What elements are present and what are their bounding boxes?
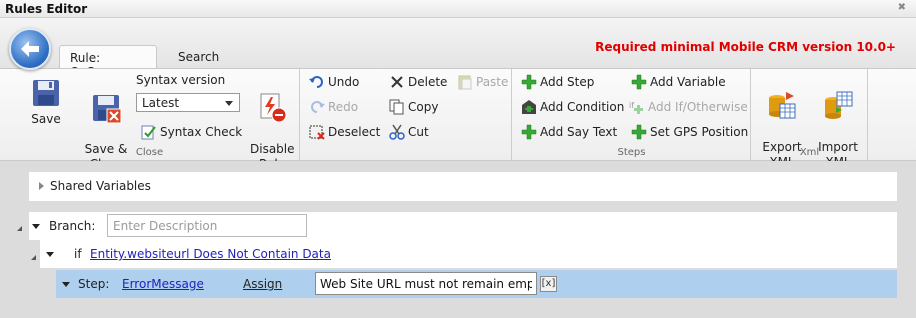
plus-icon	[631, 74, 647, 90]
syntax-version-select[interactable]: Latest	[136, 93, 240, 112]
clear-button[interactable]: [x]	[540, 276, 557, 292]
window-title: Rules Editor	[5, 2, 88, 16]
branch-description-input[interactable]	[107, 214, 307, 237]
arrow-left-icon	[21, 41, 39, 57]
collapse-triangle-icon[interactable]	[46, 252, 54, 257]
close-icon[interactable]: ✖	[898, 2, 906, 13]
syntax-check-icon	[141, 125, 156, 140]
delete-icon	[391, 76, 403, 88]
condition-icon	[522, 100, 536, 114]
syntax-check-button[interactable]: Syntax Check	[141, 124, 242, 142]
clipboard-icon	[458, 75, 472, 90]
deselect-icon	[309, 125, 325, 140]
if-row: if Entity.websiteurl Does Not Contain Da…	[40, 240, 897, 268]
if-plus-icon: if	[629, 101, 643, 114]
condition-link[interactable]: Entity.websiteurl Does Not Contain Data	[90, 247, 331, 261]
add-if-otherwise-button[interactable]: if Add If/Otherwise	[629, 99, 748, 117]
xml-group-label: Xml	[799, 147, 820, 158]
save-button[interactable]: Save	[28, 77, 64, 127]
rule-tree: Branch: if Entity.websiteurl Does Not Co…	[0, 212, 916, 318]
import-xml-icon	[825, 91, 853, 119]
chevron-down-icon	[225, 101, 233, 106]
add-say-text-button[interactable]: Add Say Text	[521, 124, 617, 142]
add-variable-button[interactable]: Add Variable	[631, 74, 726, 92]
undo-button[interactable]: Undo	[309, 74, 359, 92]
back-button[interactable]	[9, 28, 51, 70]
rule-content: Shared Variables Branch: if Entity.websi…	[0, 161, 916, 318]
if-keyword: if	[74, 247, 82, 261]
deselect-button[interactable]: Deselect	[309, 124, 380, 142]
required-version-notice: Required minimal Mobile CRM version 10.0…	[595, 40, 896, 54]
syntax-version-value: Latest	[142, 96, 180, 110]
syntax-version-label: Syntax version	[136, 73, 226, 87]
plus-icon	[521, 124, 537, 140]
scissors-icon	[389, 124, 405, 140]
resize-corner-icon	[31, 255, 36, 260]
cut-button[interactable]: Cut	[389, 124, 429, 142]
message-input[interactable]	[315, 272, 537, 295]
add-step-button[interactable]: Add Step	[521, 74, 594, 92]
shared-variables-label: Shared Variables	[50, 179, 151, 193]
set-gps-position-button[interactable]: Set GPS Position	[631, 124, 748, 142]
close-group-label: Close	[135, 147, 164, 158]
undo-icon	[309, 76, 323, 88]
floppy-disk-icon	[33, 80, 59, 106]
step-name-link[interactable]: ErrorMessage	[122, 277, 204, 291]
disable-rule-icon	[260, 93, 287, 123]
step-action-link[interactable]: Assign	[243, 277, 282, 291]
title-bar: Rules Editor ✖	[0, 0, 916, 18]
step-label: Step:	[78, 277, 110, 291]
shared-variables-panel[interactable]: Shared Variables	[29, 172, 897, 201]
tab-rule[interactable]: Rule: OnSave	[59, 45, 157, 79]
steps-group: Add Step Add Condition Add Say Text Add …	[513, 69, 751, 161]
branch-label: Branch:	[49, 219, 96, 233]
add-condition-button[interactable]: Add Condition	[521, 99, 624, 117]
export-xml-icon	[769, 92, 796, 119]
redo-icon	[311, 101, 325, 113]
plus-icon	[631, 124, 647, 140]
copy-button[interactable]: Copy	[389, 99, 438, 117]
copy-icon	[389, 99, 404, 115]
close-group: Save Save & Close Syntax version Latest …	[0, 69, 300, 171]
delete-button[interactable]: Delete	[389, 74, 447, 92]
collapse-triangle-icon[interactable]	[62, 282, 70, 287]
plus-icon	[521, 74, 537, 90]
ribbon-toolbar: Save Save & Close Syntax version Latest …	[0, 68, 916, 171]
expand-triangle-icon[interactable]	[39, 182, 44, 190]
xml-group: Export XML Import XML Xml	[752, 69, 868, 169]
svg-text:if: if	[629, 101, 634, 110]
redo-button[interactable]: Redo	[309, 99, 358, 117]
step-row[interactable]: Step: ErrorMessage Assign [x]	[56, 270, 897, 298]
edit-group: Undo Redo Deselect Delete Copy Cut Paste	[301, 69, 512, 161]
resize-corner-icon	[17, 226, 22, 231]
paste-button[interactable]: Paste	[457, 74, 508, 92]
tab-search[interactable]: Search	[168, 45, 238, 69]
steps-group-label: Steps	[617, 147, 646, 158]
save-label: Save	[31, 112, 61, 126]
branch-row: Branch:	[29, 212, 897, 240]
tabs-row: Rule: OnSave Search Required minimal Mob…	[0, 18, 916, 79]
save-close-icon	[93, 95, 122, 124]
collapse-triangle-icon[interactable]	[32, 224, 40, 229]
